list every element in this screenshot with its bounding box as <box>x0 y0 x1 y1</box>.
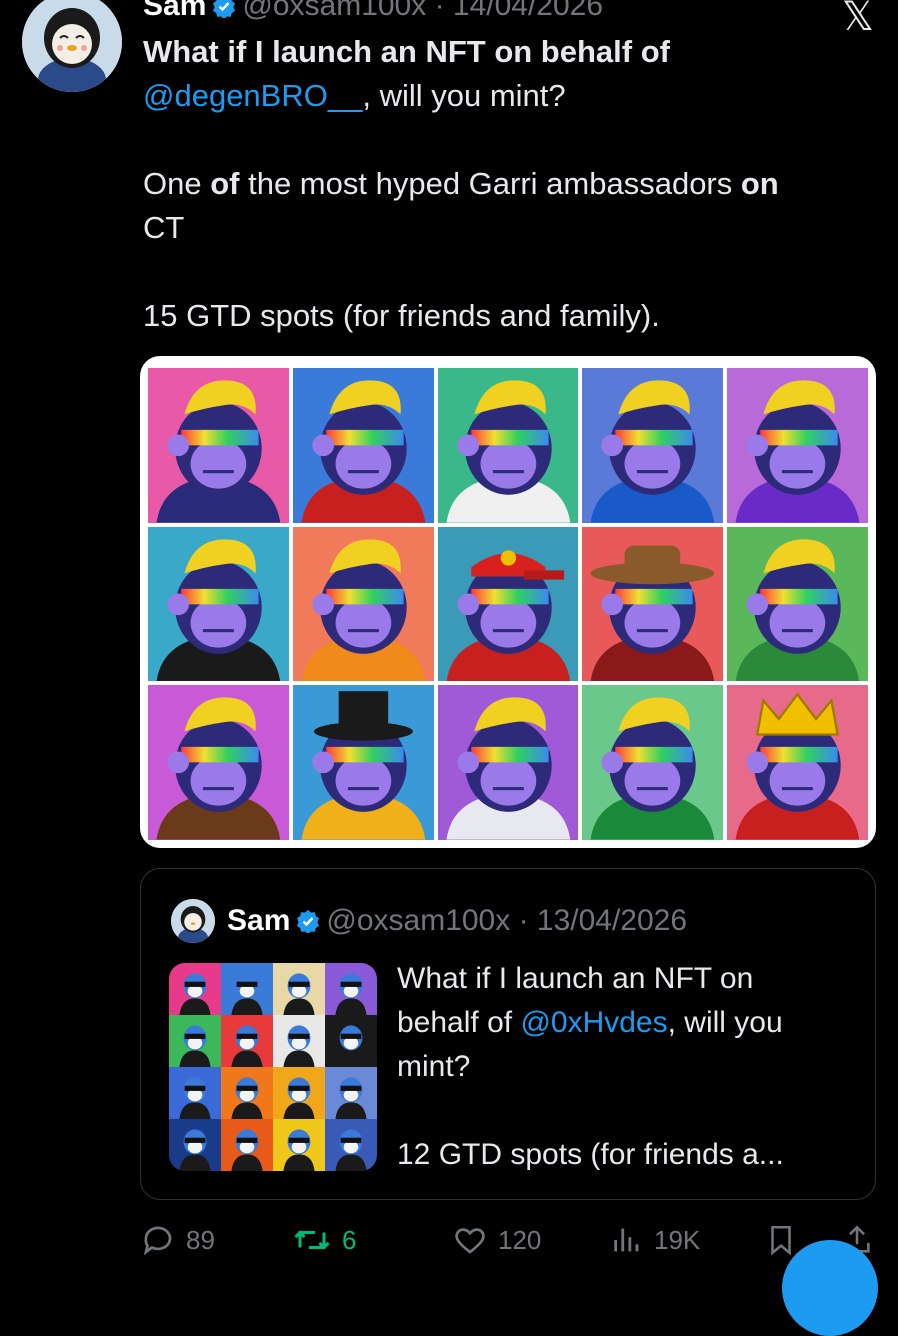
tweet-text: What if I launch an NFT on behalf of @de… <box>143 30 863 338</box>
quoted-nft-tile <box>221 1067 273 1119</box>
quoted-nft-tile <box>273 1015 325 1067</box>
nft-tile <box>582 368 724 523</box>
quoted-nft-tile <box>221 963 273 1015</box>
nft-tile <box>437 526 579 682</box>
views-icon <box>614 1228 639 1252</box>
action-bar: 89 6 120 19K <box>140 1218 878 1262</box>
quoted-nft-tile <box>221 1015 273 1067</box>
nft-tile <box>437 368 579 523</box>
reply-icon <box>143 1226 172 1256</box>
repost-button[interactable]: 6 <box>292 1218 356 1262</box>
tweet-line-2: @degenBRO__, will you mint? <box>143 74 863 118</box>
quoted-nft-tile <box>273 963 325 1015</box>
quoted-nft-tile <box>169 1015 221 1067</box>
like-icon <box>455 1228 485 1254</box>
nft-tile <box>582 685 724 840</box>
p2-bold-on: on <box>740 166 779 201</box>
like-count: 120 <box>498 1224 542 1255</box>
views-button[interactable]: 19K <box>610 1218 700 1262</box>
nft-tile <box>727 368 868 523</box>
quoted-nft-tile <box>273 1067 325 1119</box>
nft-tile <box>727 685 868 840</box>
tweet-paragraph-2: One of the most hyped Garri ambassadors … <box>143 162 863 250</box>
quoted-author-avatar <box>171 899 215 943</box>
nft-tile <box>148 368 289 523</box>
quoted-line-2: behalf of @0xHvdes, will you <box>397 1001 857 1045</box>
reply-button[interactable]: 89 <box>140 1218 215 1262</box>
bookmark-icon <box>771 1225 791 1256</box>
nft-tile <box>292 368 434 523</box>
p2-part-a: One <box>143 166 211 201</box>
quoted-nft-tile <box>169 963 221 1015</box>
tweet-header: Sam @oxsam100x · 14/04/2026 <box>143 0 603 24</box>
views-count: 19K <box>654 1224 701 1255</box>
tweet-line-2-rest: , will you mint? <box>362 78 566 113</box>
quoted-text: What if I launch an NFT on behalf of @0x… <box>397 957 857 1177</box>
quoted-line-4: 12 GTD spots (for friends a... <box>397 1138 784 1171</box>
repost-count: 6 <box>342 1224 357 1255</box>
quoted-nft-tile <box>325 963 377 1015</box>
quoted-nft-tile <box>169 1067 221 1119</box>
quoted-author-name: Sam <box>227 904 291 937</box>
nft-tile <box>582 526 724 682</box>
author-name[interactable]: Sam <box>143 0 206 22</box>
reply-count: 89 <box>186 1224 215 1255</box>
quoted-handle-date: @oxsam100x · 13/04/2026 <box>326 904 688 937</box>
quoted-line-3: mint? <box>397 1050 471 1083</box>
like-button[interactable]: 120 <box>452 1218 541 1262</box>
quoted-nft-tile <box>325 1067 377 1119</box>
author-handle-date[interactable]: @oxsam100x · 14/04/2026 <box>242 0 603 22</box>
tweet-paragraph-3: 15 GTD spots (for friends and family). <box>143 298 660 333</box>
quoted-nft-tile <box>273 1119 325 1171</box>
verified-badge-icon <box>297 910 320 933</box>
quoted-tweet[interactable]: Sam @oxsam100x · 13/04/2026 What if I la… <box>140 868 876 1200</box>
p2-part-c: the most hyped Garri ambassadors <box>239 166 741 201</box>
quoted-line-1: What if I launch an NFT on <box>397 962 754 995</box>
p2-part-e: CT <box>143 210 185 245</box>
quoted-mention-link[interactable]: @0xHvdes <box>520 1006 667 1039</box>
verified-badge-icon <box>213 0 236 18</box>
quoted-header: Sam @oxsam100x · 13/04/2026 <box>227 899 687 943</box>
mention-link[interactable]: @degenBRO__ <box>143 78 362 113</box>
author-avatar[interactable] <box>22 0 122 92</box>
quoted-nft-tile <box>169 1119 221 1171</box>
quoted-nft-tile <box>325 1015 377 1067</box>
quoted-line-2-a: behalf of <box>397 1006 521 1039</box>
nft-tile <box>148 685 289 840</box>
repost-icon <box>294 1230 330 1250</box>
nft-tile <box>292 526 434 682</box>
tweet-media-image[interactable] <box>140 356 876 848</box>
p2-bold-of: of <box>210 166 240 201</box>
quoted-line-2-b: , will you <box>667 1006 783 1039</box>
quoted-nft-tile <box>325 1119 377 1171</box>
nft-tile <box>148 526 289 682</box>
nft-tile <box>727 526 868 682</box>
quoted-media-image <box>169 963 377 1171</box>
quoted-nft-tile <box>221 1119 273 1171</box>
nft-grid <box>148 368 868 840</box>
tweet-line-1: What if I launch an NFT on behalf of <box>143 34 670 69</box>
nft-tile <box>437 685 579 840</box>
compose-fab-button[interactable] <box>782 1240 878 1336</box>
nft-tile <box>292 685 434 840</box>
